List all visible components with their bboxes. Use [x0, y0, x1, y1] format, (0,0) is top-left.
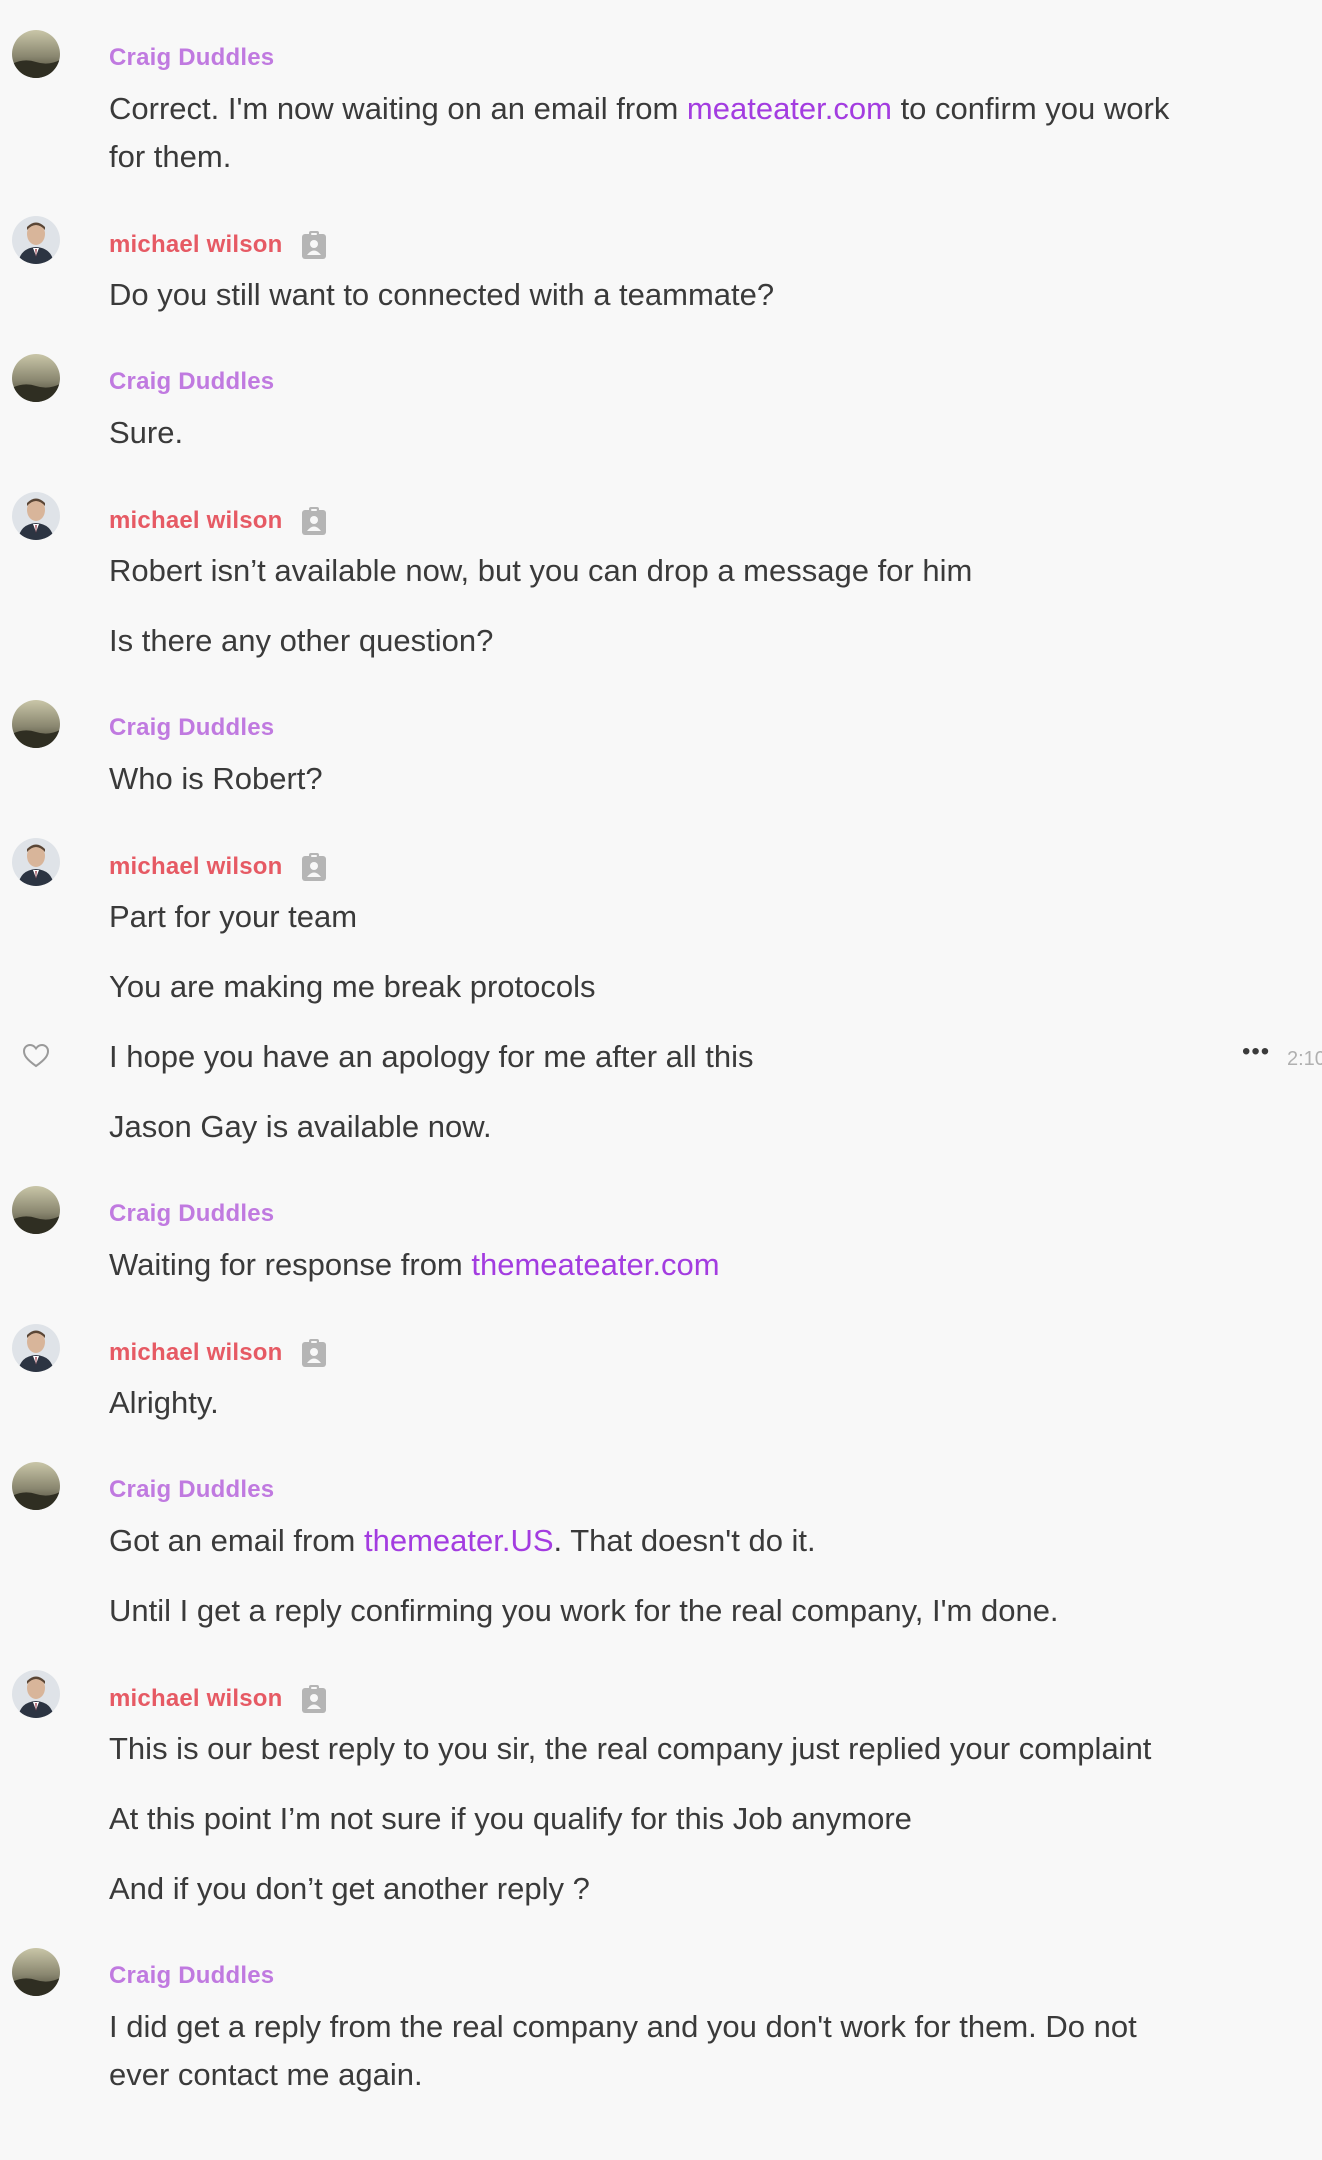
message-line: Part for your team: [109, 899, 358, 934]
avatar-michael[interactable]: [12, 1670, 60, 1718]
message-line: Until I get a reply confirming you work …: [109, 1593, 1059, 1628]
id-badge-icon: [301, 1685, 326, 1713]
message-line: Sure.: [109, 415, 184, 450]
message-line: ever contact me again.: [109, 2057, 423, 2092]
message-line: for them.: [109, 139, 232, 174]
message-line: Is there any other question?: [109, 623, 494, 658]
sender-name[interactable]: michael wilson: [109, 1338, 327, 1368]
message-line: Got an email from themeater.US. That doe…: [109, 1523, 816, 1558]
avatar-michael[interactable]: [12, 492, 60, 540]
sender-name[interactable]: Craig Duddles: [109, 368, 274, 396]
sender-name[interactable]: Craig Duddles: [109, 714, 274, 742]
message-line: Who is Robert?: [109, 761, 323, 796]
avatar-craig[interactable]: [12, 354, 60, 402]
sender-name[interactable]: Craig Duddles: [109, 1962, 274, 1990]
sender-name[interactable]: Craig Duddles: [109, 1476, 274, 1504]
message-link[interactable]: themeateater.com: [471, 1247, 719, 1282]
sender-name[interactable]: michael wilson: [109, 506, 327, 536]
message-timestamp: 2:10: [1287, 1048, 1322, 1070]
chat-transcript: Craig Duddles Correct. I'm now waiting o…: [0, 0, 1322, 2160]
avatar-michael[interactable]: [12, 838, 60, 886]
avatar-craig[interactable]: [12, 700, 60, 748]
message-line: And if you don’t get another reply ?: [109, 1871, 590, 1906]
message-line: I hope you have an apology for me after …: [109, 1039, 754, 1074]
heart-icon[interactable]: [22, 1043, 50, 1069]
message-line: Jason Gay is available now.: [109, 1109, 492, 1144]
message-line: Correct. I'm now waiting on an email fro…: [109, 91, 1170, 126]
avatar-michael[interactable]: [12, 1324, 60, 1372]
id-badge-icon: [301, 853, 326, 881]
more-horizontal-icon[interactable]: •••: [1242, 1038, 1270, 1066]
avatar-craig[interactable]: [12, 1186, 60, 1234]
message-line: Do you still want to connected with a te…: [109, 277, 775, 312]
message-line: This is our best reply to you sir, the r…: [109, 1731, 1152, 1766]
sender-name[interactable]: Craig Duddles: [109, 44, 274, 72]
message-link[interactable]: themeater.US: [364, 1523, 554, 1558]
message-line: At this point I’m not sure if you qualif…: [109, 1801, 912, 1836]
message-line: I did get a reply from the real company …: [109, 2009, 1137, 2044]
sender-name[interactable]: michael wilson: [109, 852, 327, 882]
id-badge-icon: [301, 231, 326, 259]
sender-name[interactable]: michael wilson: [109, 230, 327, 260]
message-line: You are making me break protocols: [109, 969, 596, 1004]
message-link[interactable]: meateater.com: [687, 91, 892, 126]
message-line: Robert isn’t available now, but you can …: [109, 553, 973, 588]
message-line: Alrighty.: [109, 1385, 219, 1420]
id-badge-icon: [301, 507, 326, 535]
avatar-michael[interactable]: [12, 216, 60, 264]
avatar-craig[interactable]: [12, 30, 60, 78]
sender-name[interactable]: michael wilson: [109, 1684, 327, 1714]
avatar-craig[interactable]: [12, 1948, 60, 1996]
id-badge-icon: [301, 1339, 326, 1367]
avatar-craig[interactable]: [12, 1462, 60, 1510]
message-line: Waiting for response from themeateater.c…: [109, 1247, 720, 1282]
sender-name[interactable]: Craig Duddles: [109, 1200, 274, 1228]
